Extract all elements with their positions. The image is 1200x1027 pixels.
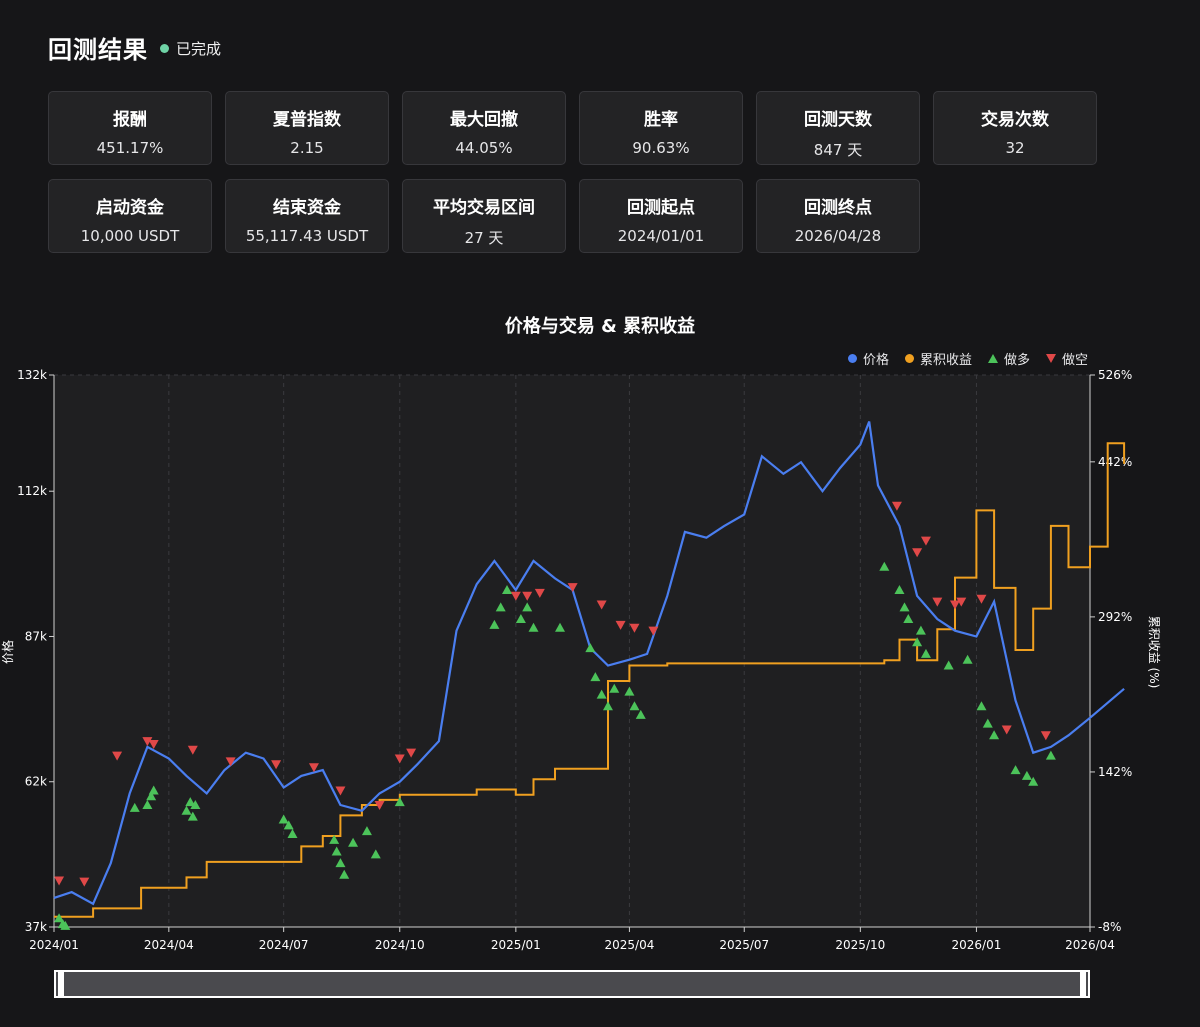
chart-title: 价格与交易 & 累积收益 [504,316,696,337]
stat-label: 最大回撤 [450,110,518,130]
stat-label: 回测终点 [804,198,872,218]
x-tick-label: 2026/04 [1065,938,1115,952]
y-right-tick-label: 142% [1098,765,1132,779]
stat-value: 2024/01/01 [617,227,705,245]
stat-label: 夏普指数 [273,110,341,130]
y-left-tick-label: 132k [17,368,47,382]
y-left-tick-label: 112k [17,484,47,498]
stat-value: 847 天 [813,141,863,159]
stat-value: 44.05% [455,139,513,157]
page-title: 回测结果 [48,36,148,64]
y-right-tick-label: 526% [1098,368,1132,382]
stat-card-return: 报酬 451.17% [48,91,212,165]
stat-card-start-date: 回测起点 2024/01/01 [579,179,743,253]
stat-value: 55,117.43 USDT [245,227,369,245]
stat-card-max-drawdown: 最大回撤 44.05% [402,91,566,165]
x-tick-label: 2024/07 [259,938,309,952]
stat-label: 胜率 [644,110,678,130]
stat-label: 结束资金 [273,198,341,218]
stat-card-days: 回测天数 847 天 [756,91,920,165]
stat-label: 启动资金 [96,198,164,218]
status-badge: 已完成 [160,38,221,59]
x-tick-label: 2025/07 [719,938,769,952]
stat-card-win-rate: 胜率 90.63% [579,91,743,165]
y-right-tick-label: 442% [1098,455,1132,469]
stat-value: 451.17% [96,139,164,157]
stat-label: 交易次数 [981,110,1049,130]
status-text: 已完成 [176,40,222,58]
y-right-tick-label: -8% [1098,920,1121,934]
stat-card-end-capital: 结束资金 55,117.43 USDT [225,179,389,253]
stat-value: 32 [1005,139,1025,157]
stat-value: 2.15 [290,139,324,157]
stat-value: 90.63% [632,139,690,157]
stat-card-trades: 交易次数 32 [933,91,1097,165]
status-dot-icon [160,44,169,53]
stat-card-sharpe: 夏普指数 2.15 [225,91,389,165]
stat-card-end-date: 回测终点 2026/04/28 [756,179,920,253]
slider-handle-right[interactable] [1080,970,1086,998]
stat-label: 回测天数 [804,110,872,130]
stat-card-avg-period: 平均交易区间 27 天 [402,179,566,253]
stat-value: 27 天 [464,229,504,247]
x-tick-label: 2026/01 [952,938,1002,952]
stat-card-start-capital: 启动资金 10,000 USDT [48,179,212,253]
x-tick-label: 2024/04 [144,938,194,952]
time-range-slider[interactable] [54,970,1090,998]
x-tick-label: 2025/01 [491,938,541,952]
slider-handle-left[interactable] [58,970,64,998]
x-tick-label: 2025/10 [835,938,885,952]
stat-label: 平均交易区间 [433,198,535,218]
stat-value: 10,000 USDT [80,227,180,245]
stat-label: 报酬 [113,110,147,130]
y-left-axis-label: 价格 [0,640,15,664]
y-left-tick-label: 37k [25,920,47,934]
plot-area [54,375,1090,927]
x-tick-label: 2025/04 [604,938,654,952]
y-left-tick-label: 62k [25,775,47,789]
stat-value: 2026/04/28 [794,227,882,245]
y-right-axis-label: 累积收益 (%) [1147,616,1161,689]
y-left-tick-label: 87k [25,629,47,643]
x-tick-label: 2024/01 [29,938,79,952]
x-tick-label: 2024/10 [375,938,425,952]
y-right-tick-label: 292% [1098,610,1132,624]
stat-label: 回测起点 [627,198,695,218]
header: 回测结果 已完成 [48,30,221,65]
price-return-chart[interactable]: 2024/01 2024/04 2024/07 2024/10 2025/01 2025/… [0,360,1200,960]
